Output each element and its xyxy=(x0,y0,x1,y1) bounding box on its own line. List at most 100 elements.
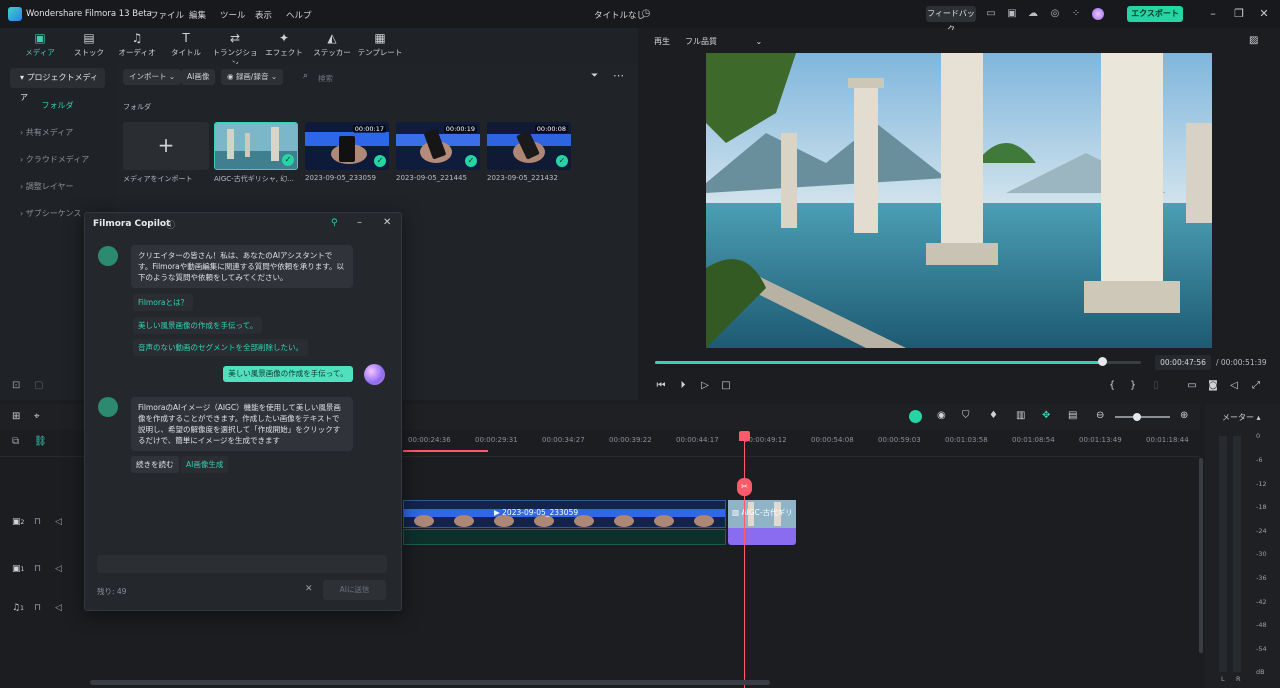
apps-grid-icon[interactable]: ⁘ xyxy=(1070,8,1082,20)
snapshot-image-icon[interactable]: ▨ xyxy=(1249,35,1258,46)
image-clip-bar[interactable] xyxy=(728,528,796,545)
audio-waveform[interactable] xyxy=(403,529,726,545)
menu-file[interactable]: ファイル xyxy=(150,9,184,21)
media-item-video-3[interactable]: 00:00:08 ✓ xyxy=(487,122,571,170)
play-icon[interactable]: ▷ xyxy=(699,380,711,392)
record-dropdown[interactable]: ◉ 録画/録音 ⌄ xyxy=(221,69,284,85)
account-avatar[interactable] xyxy=(1092,8,1104,20)
sidebar-item-adjustment-layer[interactable]: › 調整レイヤー xyxy=(10,177,105,197)
tab-templates[interactable]: ▦ テンプレート xyxy=(355,31,405,61)
zoom-in-icon[interactable]: ⊕ xyxy=(1180,410,1188,421)
ai-tool-icon[interactable] xyxy=(909,410,922,423)
link-icon[interactable]: ⛓ xyxy=(34,436,47,447)
previous-frame-icon[interactable]: ⏮ xyxy=(655,380,667,392)
suggestion-chip[interactable]: 音声のない動画のセグメントを全部削除したい。 xyxy=(133,339,308,356)
import-media-tile[interactable]: + xyxy=(123,122,209,170)
snap-icon[interactable]: ✥ xyxy=(1042,410,1050,421)
sidebar-item-project-media[interactable]: ▾ プロジェクトメディア xyxy=(10,68,105,102)
minimize-panel-icon[interactable]: – xyxy=(357,217,362,228)
new-folder-icon[interactable]: ⊡ xyxy=(12,380,20,391)
playhead-handle[interactable] xyxy=(739,431,750,441)
tab-audio[interactable]: ♫ オーディオ xyxy=(112,31,162,61)
select-tool-icon[interactable]: ⌖ xyxy=(34,411,40,422)
lock-icon[interactable]: ⊓ xyxy=(34,517,41,527)
layout-grid-icon[interactable]: ⊞ xyxy=(12,411,20,422)
quality-dropdown[interactable]: フル品質 ⌄ xyxy=(685,36,762,47)
cloud-icon[interactable]: ☁ xyxy=(1027,8,1039,20)
search-input[interactable]: 検索 xyxy=(318,73,333,84)
meter-title[interactable]: メーター ▴ xyxy=(1222,412,1261,423)
support-icon[interactable]: ◎ xyxy=(1049,8,1061,20)
lock-icon[interactable]: ⊓ xyxy=(34,564,41,574)
tab-stock[interactable]: ▤ ストック xyxy=(64,31,114,61)
mark-out-icon[interactable]: } xyxy=(1127,380,1139,392)
import-dropdown[interactable]: インポート ⌄ xyxy=(123,69,182,85)
tab-stickers[interactable]: ◭ ステッカー xyxy=(307,31,357,61)
add-track-icon[interactable]: ⧉ xyxy=(12,436,19,447)
menu-help[interactable]: ヘルプ xyxy=(286,9,312,21)
mute-icon[interactable]: ◁ xyxy=(55,564,62,574)
fullscreen-icon[interactable]: ⤢ xyxy=(1250,380,1262,392)
playhead-line[interactable] xyxy=(744,432,745,688)
mark-in-icon[interactable]: { xyxy=(1106,380,1118,392)
mute-icon[interactable]: ◁ xyxy=(55,603,62,613)
timeline-horizontal-scrollbar[interactable] xyxy=(90,680,770,685)
tab-media[interactable]: ▣ メディア xyxy=(15,31,65,61)
timeline-vertical-scrollbar[interactable] xyxy=(1199,458,1203,653)
microphone-icon[interactable]: ♦ xyxy=(989,410,998,421)
more-options-icon[interactable]: ⋯ xyxy=(613,69,624,82)
suggestion-chip[interactable]: Filmoraとは？ xyxy=(133,294,194,311)
clear-icon[interactable]: ✕ xyxy=(305,584,313,594)
zoom-slider[interactable] xyxy=(1115,416,1170,418)
sidebar-item-shared-media[interactable]: › 共有メディア xyxy=(10,123,105,143)
feedback-button[interactable]: フィードバック xyxy=(926,6,976,34)
media-item-video-2[interactable]: 00:00:19 ✓ xyxy=(396,122,480,170)
menu-edit[interactable]: 編集 xyxy=(189,9,206,21)
save-icon[interactable]: ▣ xyxy=(1006,8,1018,20)
video-clip[interactable]: ▶ 2023-09-05_233059 xyxy=(403,500,726,528)
preview-video[interactable] xyxy=(706,53,1212,348)
tab-effects[interactable]: ✦ エフェクト xyxy=(259,31,309,61)
stop-icon[interactable]: □ xyxy=(720,380,732,392)
close-window-icon[interactable]: ✕ xyxy=(1257,7,1271,21)
copilot-input[interactable] xyxy=(97,555,387,573)
maximize-icon[interactable]: ❐ xyxy=(1232,7,1246,21)
send-to-ai-button[interactable]: AIに送信 xyxy=(323,580,386,600)
lock-icon[interactable]: ⊓ xyxy=(34,603,41,613)
filter-icon[interactable]: ⏷ xyxy=(591,71,598,81)
display-icon[interactable]: ▭ xyxy=(1186,380,1198,392)
menu-view[interactable]: 表示 xyxy=(255,9,272,21)
tab-titles[interactable]: T タイトル xyxy=(161,31,211,61)
scissors-icon[interactable]: ✂ xyxy=(737,478,752,496)
shield-icon[interactable]: ⛉ xyxy=(962,410,970,421)
close-panel-icon[interactable]: ✕ xyxy=(383,217,391,228)
sidebar-item-cloud-media[interactable]: › クラウドメディア xyxy=(10,150,105,170)
export-button[interactable]: エクスポート ⌄ xyxy=(1127,6,1183,34)
mute-icon[interactable]: ◁ xyxy=(55,517,62,527)
voiceover-icon[interactable]: ▥ xyxy=(1016,410,1025,421)
minimize-icon[interactable]: – xyxy=(1206,7,1220,21)
volume-icon[interactable]: ◁ xyxy=(1228,380,1240,392)
camera-icon[interactable]: ◙ xyxy=(1207,380,1219,392)
caption-icon[interactable]: ▤ xyxy=(1068,410,1077,421)
info-icon[interactable]: ⓘ xyxy=(166,218,175,231)
read-more-button[interactable]: 続きを読む xyxy=(131,456,179,473)
copilot-avatar xyxy=(98,397,118,417)
zoom-out-icon[interactable]: ⊖ xyxy=(1096,410,1104,421)
tab-transitions[interactable]: ⇄トランジション xyxy=(210,31,260,68)
ai-image-generate-button[interactable]: AI画像生成 xyxy=(181,456,229,473)
media-item-aigc[interactable]: ✓ xyxy=(214,122,298,170)
menu-tools[interactable]: ツール xyxy=(220,9,246,21)
sidebar-item-folder[interactable]: フォルダ xyxy=(10,96,105,116)
suggestion-chip[interactable]: 美しい風景画像の作成を手伝って。 xyxy=(133,317,263,334)
zoom-slider-knob[interactable] xyxy=(1133,413,1141,421)
play-back-icon[interactable]: ⏵ xyxy=(677,380,689,392)
monitor-icon[interactable]: ▭ xyxy=(985,8,997,20)
pin-icon[interactable]: ⚲ xyxy=(331,218,338,228)
render-icon[interactable]: ◉ xyxy=(937,410,946,421)
folder-icon[interactable]: ▢ xyxy=(34,380,43,391)
clip-marker-icon[interactable]: ▯ xyxy=(1150,380,1162,392)
ai-image-button[interactable]: AI画像 xyxy=(181,69,216,85)
media-item-video-1[interactable]: 00:00:17 ✓ xyxy=(305,122,389,170)
image-clip[interactable]: ▧ AIGC-古代ギリ xyxy=(728,500,796,528)
